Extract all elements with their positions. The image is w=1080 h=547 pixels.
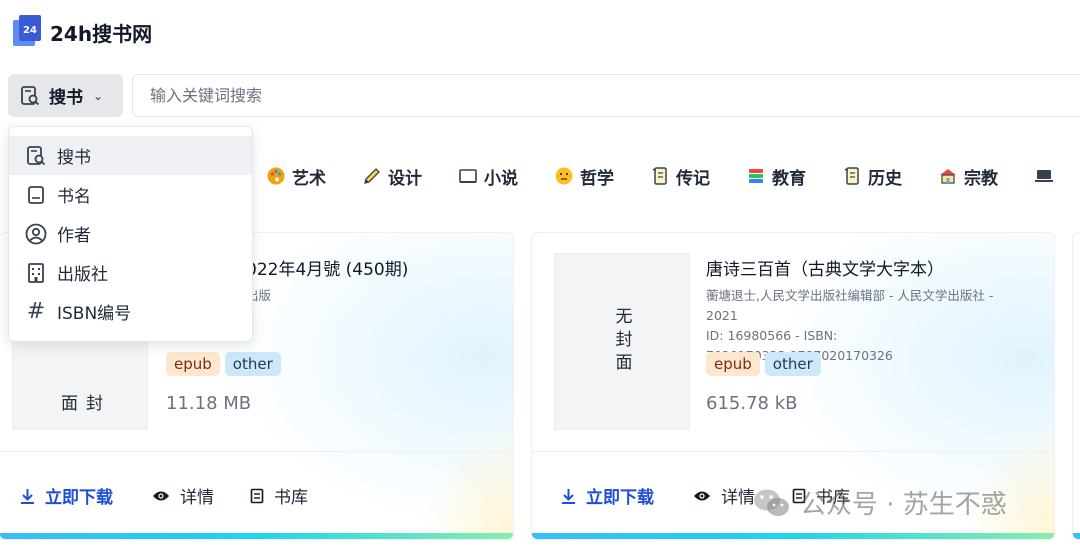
category-label: 历史: [868, 168, 902, 189]
laptop-icon: [1034, 166, 1054, 186]
category-religion[interactable]: 宗教: [938, 164, 998, 189]
option-isbn[interactable]: # ISBN编号: [9, 292, 252, 331]
option-title[interactable]: 书名: [9, 175, 252, 214]
download-icon: [20, 488, 35, 504]
category-label: 设计: [388, 168, 422, 189]
category-bar: 艺术 设计 小说 哲学 传记 教育 历史 宗教: [266, 160, 1080, 192]
book-cover[interactable]: 无封面: [554, 253, 690, 430]
search-type-dropdown: 搜书 书名 作者 出版社 # ISBN编号: [8, 126, 253, 342]
book-tags: epub other: [166, 352, 286, 376]
card-accent-bar: [0, 533, 513, 539]
eye-icon: [693, 489, 711, 503]
card-accent-bar: [532, 533, 1054, 539]
category-label: 教育: [772, 168, 806, 189]
library-button[interactable]: 书库: [250, 483, 308, 508]
watermark: 公众号 · 苏生不惑: [752, 484, 1007, 521]
book-authors-publisher: 蘅塘退士,人民文学出版社编辑部 - 人民文学出版社 - 2021: [706, 288, 994, 323]
category-label: 宗教: [964, 168, 998, 189]
category-fiction[interactable]: 小说: [458, 164, 518, 189]
file-size: 11.18 MB: [166, 393, 252, 414]
library-icon: [250, 488, 264, 504]
option-search-book[interactable]: 搜书: [9, 136, 252, 175]
file-size: 615.78 kB: [706, 393, 798, 414]
logo-icon[interactable]: 24: [10, 12, 44, 48]
format-tag: epub: [706, 352, 760, 376]
download-button[interactable]: 立即下载: [561, 483, 654, 508]
category-biography[interactable]: 传记: [650, 164, 710, 189]
divider: [532, 451, 1054, 452]
option-publisher[interactable]: 出版社: [9, 253, 252, 292]
category-label: 小说: [484, 168, 518, 189]
category-education[interactable]: 教育: [746, 164, 806, 189]
category-history[interactable]: 历史: [842, 164, 902, 189]
book-icon: [25, 184, 47, 206]
card-accent-bar: [1073, 533, 1080, 539]
cover-placeholder-text: 封面: [57, 394, 102, 417]
type-tag: other: [224, 352, 281, 376]
option-author[interactable]: 作者: [9, 214, 252, 253]
scroll-icon: [842, 166, 862, 186]
search-type-select[interactable]: 搜书 ⌄: [8, 74, 123, 117]
book-tags: epub other: [706, 352, 826, 376]
temple-icon: [938, 166, 958, 186]
thinking-face-icon: [554, 166, 574, 186]
card-actions: 立即下载 详情 书库: [0, 483, 513, 513]
pencil-icon: [362, 166, 382, 186]
book-title[interactable]: 022年4月號 (450期): [246, 255, 408, 280]
chevron-down-icon: ⌄: [93, 88, 104, 103]
details-button[interactable]: 详情: [152, 483, 214, 508]
palette-icon: [266, 166, 286, 186]
eye-icon: [152, 489, 170, 503]
format-tag: epub: [166, 352, 220, 376]
category-label: 传记: [676, 168, 710, 189]
search-book-icon: [21, 85, 40, 105]
category-label: 哲学: [580, 168, 614, 189]
category-more[interactable]: [1034, 166, 1060, 186]
category-design[interactable]: 设计: [362, 164, 422, 189]
book-meta: 出版: [246, 288, 272, 303]
open-book-icon: [458, 166, 478, 186]
category-art[interactable]: 艺术: [266, 164, 326, 189]
cover-placeholder-text: 无封面: [611, 307, 632, 376]
search-book-icon: [25, 145, 47, 167]
header: 24 24h搜书网: [0, 0, 1080, 64]
search-input[interactable]: [132, 74, 1080, 117]
user-icon: [25, 223, 47, 245]
scroll-icon: [650, 166, 670, 186]
divider: [0, 451, 513, 452]
book-card[interactable]: [1072, 232, 1080, 540]
download-button[interactable]: 立即下载: [20, 483, 113, 508]
building-icon: [25, 262, 47, 284]
type-tag: other: [764, 352, 821, 376]
category-label: 艺术: [292, 168, 326, 189]
wechat-icon: [754, 489, 789, 516]
search-type-label: 搜书: [49, 88, 83, 108]
brand-title[interactable]: 24h搜书网: [50, 18, 152, 47]
category-philosophy[interactable]: 哲学: [554, 164, 614, 189]
download-icon: [561, 488, 576, 504]
watermark-text: 公众号 · 苏生不惑: [800, 490, 1007, 520]
details-button[interactable]: 详情: [693, 483, 755, 508]
book-title[interactable]: 唐诗三百首（古典文学大字本）: [706, 255, 944, 280]
hash-icon: #: [26, 299, 46, 324]
svg-text:24: 24: [23, 25, 37, 36]
books-stack-icon: [746, 166, 766, 186]
